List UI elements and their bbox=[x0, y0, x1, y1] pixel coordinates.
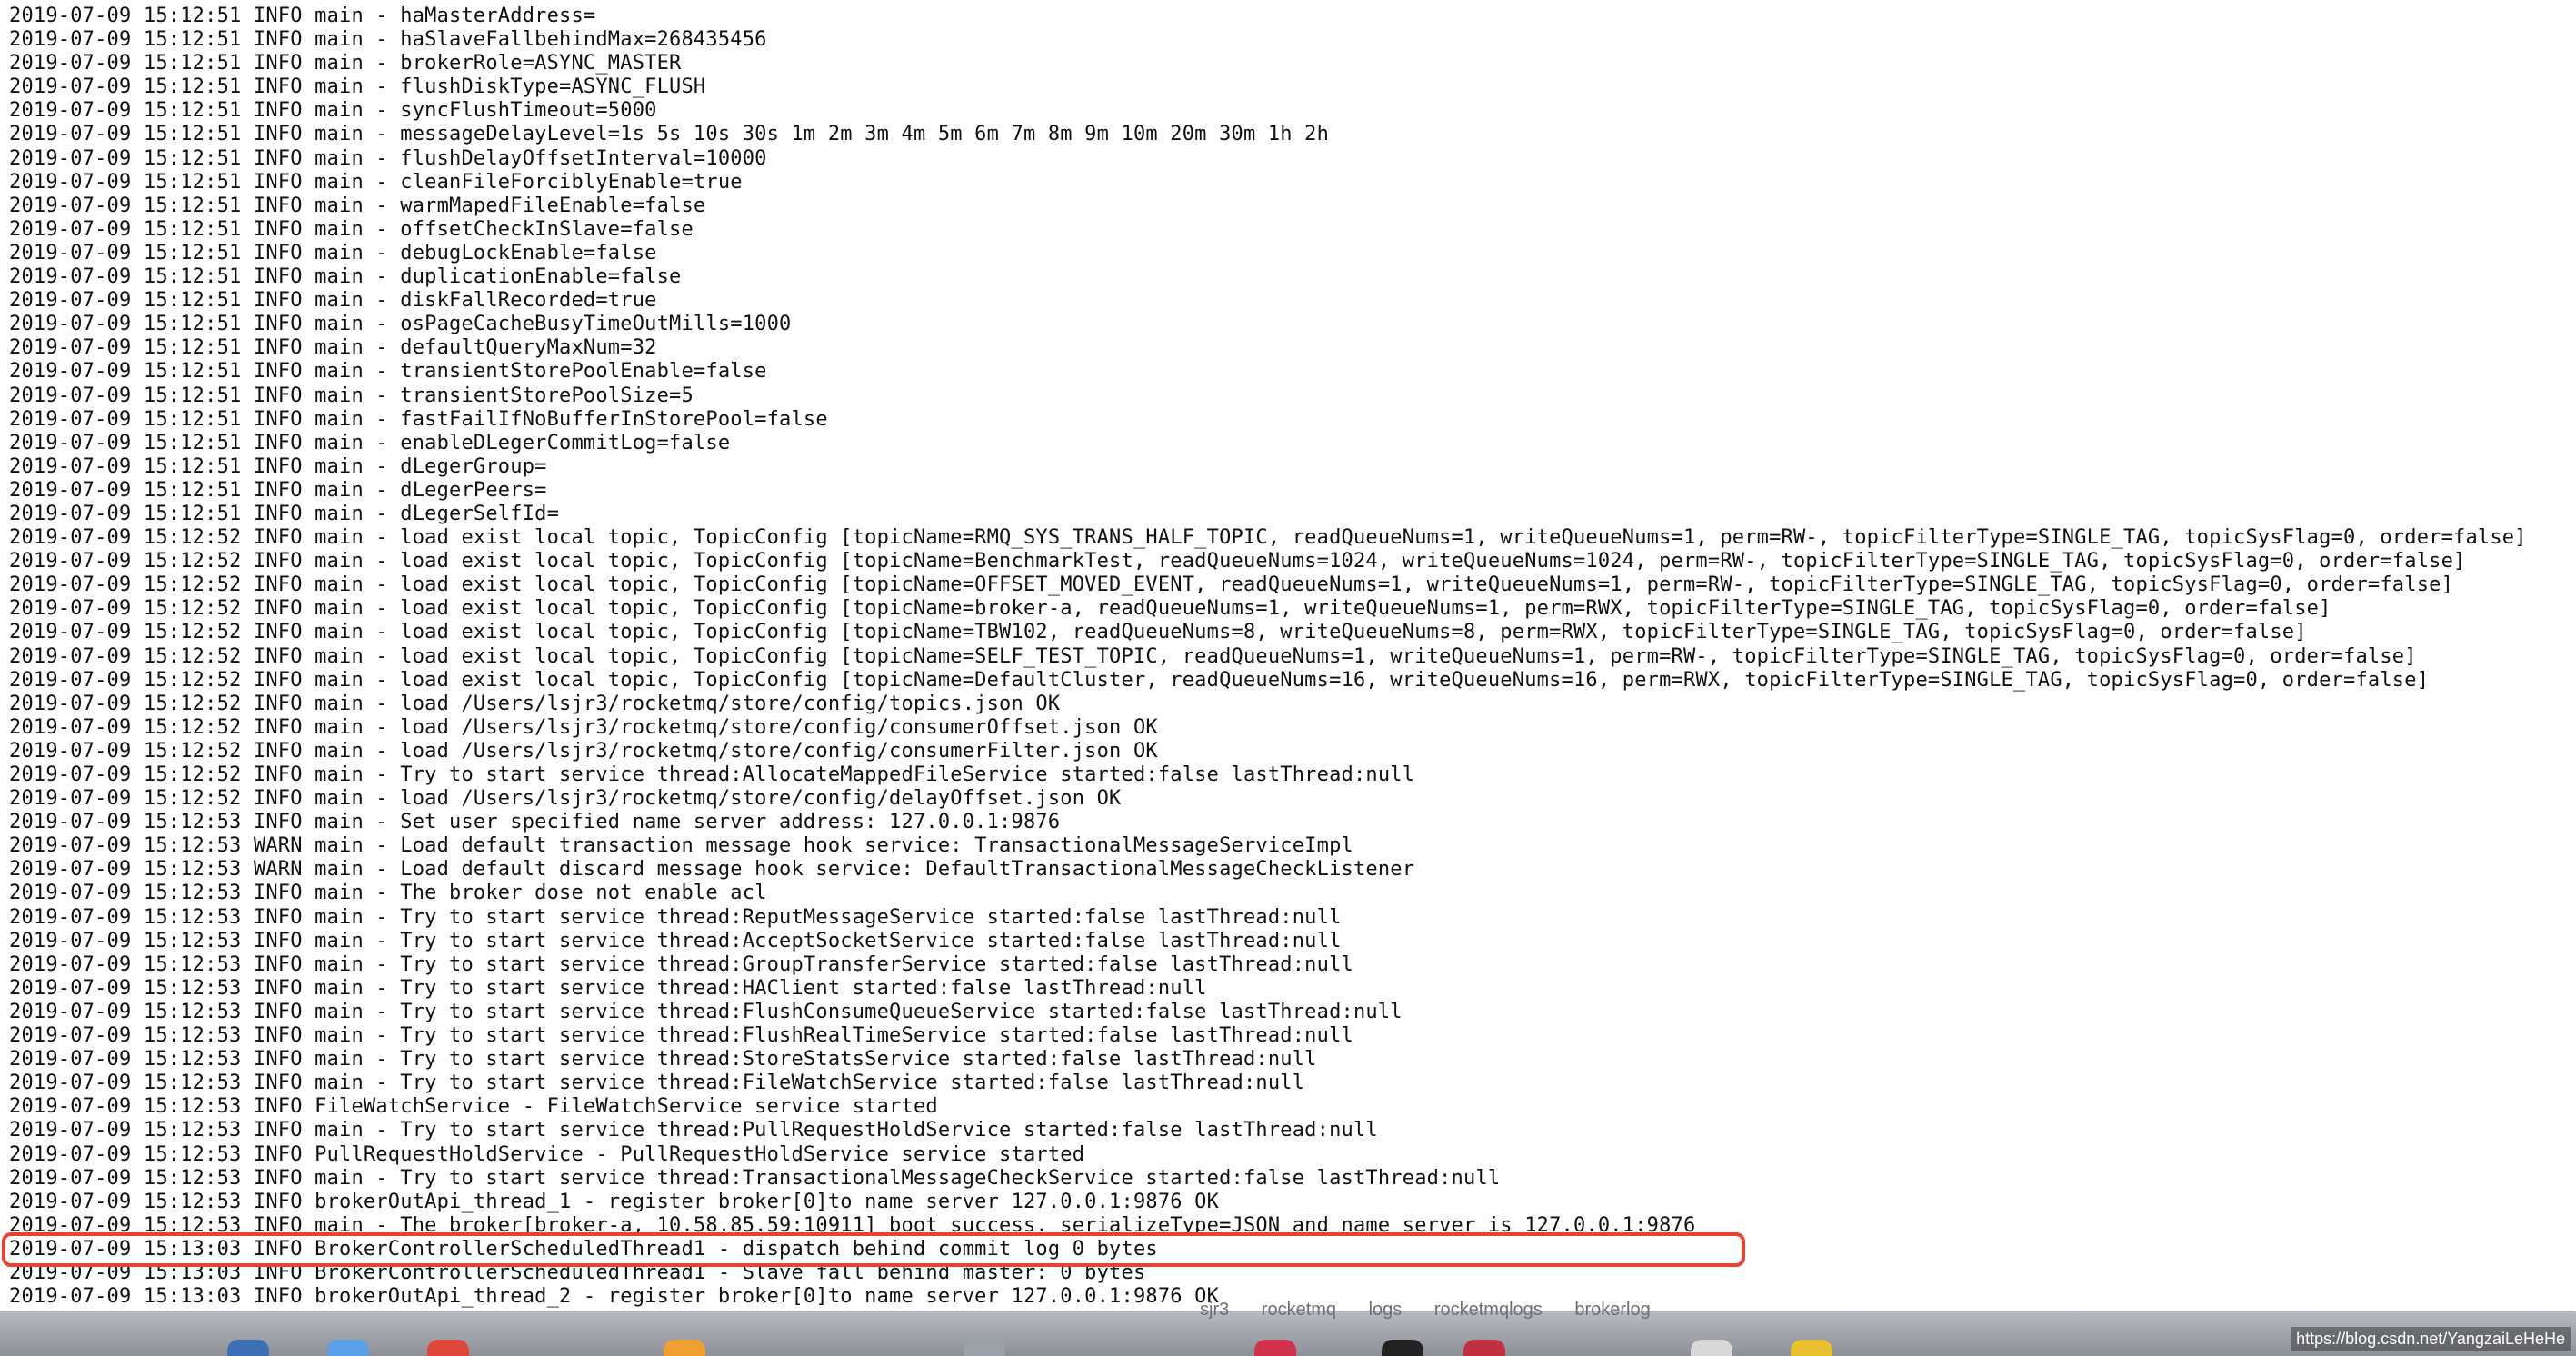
log-line-highlighted: 2019-07-09 15:13:03 INFO BrokerControlle… bbox=[9, 1237, 1158, 1261]
log-line: 2019-07-09 15:12:51 INFO main - haSlaveF… bbox=[9, 28, 767, 52]
log-line: 2019-07-09 15:12:53 INFO main - Try to s… bbox=[9, 1166, 1501, 1190]
log-line: 2019-07-09 15:12:53 INFO FileWatchServic… bbox=[9, 1095, 938, 1119]
log-line: 2019-07-09 15:12:51 INFO main - flushDel… bbox=[9, 146, 767, 170]
watermark: https://blog.csdn.net/YangzaiLeHeHe bbox=[2291, 1327, 2571, 1351]
dock-folder-labels: sjr3 rocketmq logs rocketmqlogs brokerlo… bbox=[1200, 1300, 1651, 1320]
log-line: 2019-07-09 15:12:51 INFO main - fastFail… bbox=[9, 407, 828, 431]
log-line: 2019-07-09 15:12:51 INFO main - messageD… bbox=[9, 123, 1330, 146]
log-line: 2019-07-09 15:12:53 INFO main - The brok… bbox=[9, 1213, 1696, 1237]
log-line: 2019-07-09 15:12:51 INFO main - duplicat… bbox=[9, 265, 682, 289]
log-line: 2019-07-09 15:12:52 INFO main - load exi… bbox=[9, 550, 2466, 573]
dock-app-icon[interactable] bbox=[1463, 1340, 1505, 1356]
log-line: 2019-07-09 15:12:51 INFO main - dLegerSe… bbox=[9, 502, 560, 525]
log-line: 2019-07-09 15:12:52 INFO main - load exi… bbox=[9, 644, 2417, 668]
log-line: 2019-07-09 15:12:53 INFO main - Try to s… bbox=[9, 1024, 1353, 1048]
log-line: 2019-07-09 15:12:53 INFO main - Try to s… bbox=[9, 1000, 1403, 1023]
dock-app-icon[interactable] bbox=[664, 1340, 705, 1356]
log-output: 2019-07-09 15:12:51 INFO main - haMaster… bbox=[9, 5, 2527, 1311]
log-line: 2019-07-09 15:12:53 INFO main - Try to s… bbox=[9, 952, 1353, 976]
log-line: 2019-07-09 15:12:52 INFO main - load exi… bbox=[9, 597, 2331, 621]
log-line: 2019-07-09 15:12:52 INFO main - load exi… bbox=[9, 573, 2454, 597]
log-line: 2019-07-09 15:12:51 INFO main - flushDis… bbox=[9, 75, 706, 99]
log-line: 2019-07-09 15:12:52 INFO main - load exi… bbox=[9, 526, 2527, 550]
log-line: 2019-07-09 15:12:52 INFO main - load exi… bbox=[9, 621, 2307, 644]
log-line: 2019-07-09 15:12:52 INFO main - load /Us… bbox=[9, 692, 1061, 715]
log-line: 2019-07-09 15:12:53 INFO main - Try to s… bbox=[9, 1072, 1305, 1095]
log-line: 2019-07-09 15:12:51 INFO main - enableDL… bbox=[9, 431, 731, 454]
terminal-window[interactable]: 2019-07-09 15:12:51 INFO main - haMaster… bbox=[0, 0, 2576, 1311]
log-line: 2019-07-09 15:12:51 INFO main - haMaster… bbox=[9, 5, 596, 27]
log-line: 2019-07-09 15:12:51 INFO main - syncFlus… bbox=[9, 99, 657, 123]
log-line: 2019-07-09 15:12:52 INFO main - load /Us… bbox=[9, 787, 1122, 811]
log-line: 2019-07-09 15:12:52 INFO main - load exi… bbox=[9, 668, 2430, 692]
log-line: 2019-07-09 15:12:51 INFO main - brokerRo… bbox=[9, 52, 682, 75]
log-line: 2019-07-09 15:12:53 WARN main - Load def… bbox=[9, 834, 1353, 858]
dock-app-icon[interactable] bbox=[227, 1340, 269, 1356]
log-line: 2019-07-09 15:12:51 INFO main - dLegerGr… bbox=[9, 454, 547, 478]
dock-app-icon[interactable] bbox=[1254, 1340, 1296, 1356]
log-line: 2019-07-09 15:12:51 INFO main - warmMape… bbox=[9, 194, 706, 217]
log-line: 2019-07-09 15:12:52 INFO main - Try to s… bbox=[9, 763, 1415, 786]
log-line: 2019-07-09 15:12:53 WARN main - Load def… bbox=[9, 858, 1415, 882]
dock-app-icon[interactable] bbox=[327, 1340, 369, 1356]
log-line: 2019-07-09 15:12:52 INFO main - load /Us… bbox=[9, 715, 1158, 739]
log-line: 2019-07-09 15:12:51 INFO main - dLegerPe… bbox=[9, 478, 547, 502]
log-line: 2019-07-09 15:12:51 INFO main - debugLoc… bbox=[9, 241, 657, 264]
log-line: 2019-07-09 15:12:51 INFO main - defaultQ… bbox=[9, 336, 657, 360]
log-line: 2019-07-09 15:12:53 INFO main - Try to s… bbox=[9, 905, 1342, 929]
log-line: 2019-07-09 15:12:53 INFO PullRequestHold… bbox=[9, 1142, 1085, 1166]
log-line: 2019-07-09 15:12:53 INFO main - Try to s… bbox=[9, 1119, 1378, 1142]
dock-app-icon[interactable] bbox=[1691, 1340, 1732, 1356]
log-line: 2019-07-09 15:12:51 INFO main - offsetCh… bbox=[9, 217, 694, 241]
log-line: 2019-07-09 15:12:52 INFO main - load /Us… bbox=[9, 739, 1158, 763]
log-line: 2019-07-09 15:12:51 INFO main - osPageCa… bbox=[9, 313, 792, 336]
log-line: 2019-07-09 15:12:51 INFO main - transien… bbox=[9, 360, 767, 384]
log-line: 2019-07-09 15:12:53 INFO main - Try to s… bbox=[9, 929, 1342, 952]
log-line: 2019-07-09 15:12:53 INFO brokerOutApi_th… bbox=[9, 1190, 1220, 1213]
log-line: 2019-07-09 15:12:53 INFO main - Try to s… bbox=[9, 976, 1207, 1000]
dock-app-icon[interactable] bbox=[964, 1340, 1005, 1356]
log-line: 2019-07-09 15:13:03 INFO BrokerControlle… bbox=[9, 1261, 1146, 1284]
dock-app-icon[interactable] bbox=[1382, 1340, 1423, 1356]
log-line: 2019-07-09 15:12:51 INFO main - cleanFil… bbox=[9, 170, 743, 194]
log-line: 2019-07-09 15:12:53 INFO main - Try to s… bbox=[9, 1048, 1317, 1072]
log-line: 2019-07-09 15:12:51 INFO main - transien… bbox=[9, 384, 694, 407]
dock-app-icon[interactable] bbox=[427, 1340, 469, 1356]
log-line: 2019-07-09 15:12:53 INFO main - Set user… bbox=[9, 811, 1061, 834]
log-line: 2019-07-09 15:12:53 INFO main - The brok… bbox=[9, 882, 767, 905]
dock-app-icon[interactable] bbox=[1791, 1340, 1832, 1356]
log-line: 2019-07-09 15:12:51 INFO main - diskFall… bbox=[9, 289, 657, 313]
